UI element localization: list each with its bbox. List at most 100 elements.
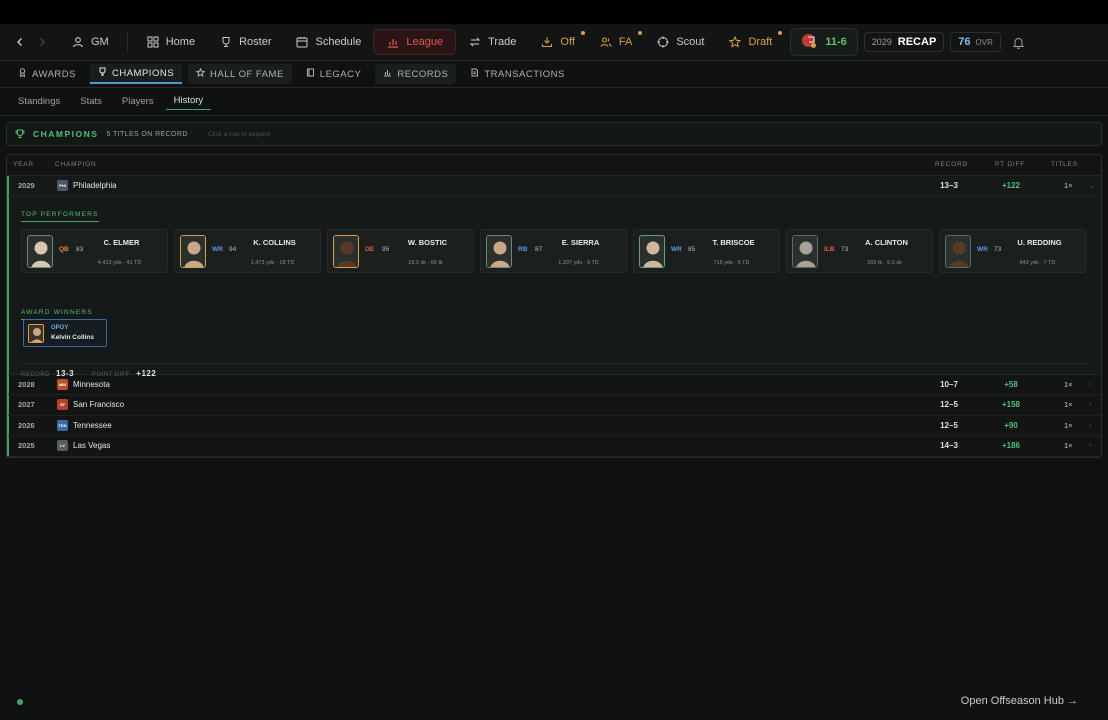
document-icon: [470, 68, 479, 80]
team-record-badge[interactable]: 11-6: [790, 28, 858, 56]
table-row[interactable]: 2027 SF San Francisco 12–5 +158 1× ›: [7, 395, 1101, 416]
performer-card[interactable]: WR 94 K. COLLINS 1,473 yds · 18 TD: [174, 228, 321, 273]
nav-roster-label: Roster: [239, 36, 272, 48]
titles-count: 5 TITLES ON RECORD: [106, 130, 188, 138]
performer-card[interactable]: WR 85 T. BRISCOE 715 yds · 6 TD: [633, 228, 780, 273]
subnav-champions[interactable]: CHAMPIONS: [90, 64, 183, 84]
team-logo: PHI: [57, 180, 68, 192]
subnav-hall-of-fame[interactable]: HALL OF FAME: [188, 64, 292, 84]
col-year: YEAR: [13, 161, 34, 168]
subnav-legacy[interactable]: LEGACY: [298, 64, 370, 84]
history-rows: 2028 MIN Minnesota 10–7 +58 1× › 2027 SF San Fran…: [7, 374, 1101, 457]
subnav-legacy-label: LEGACY: [319, 68, 362, 80]
nav-schedule[interactable]: Schedule: [283, 29, 373, 55]
player-ovr: 87: [535, 245, 543, 253]
subnav-records[interactable]: RECORDS: [375, 64, 457, 84]
champions-header: CHAMPIONS 5 TITLES ON RECORD Click a row…: [6, 122, 1102, 146]
ovr-value: 76: [958, 36, 971, 48]
tab-history[interactable]: History: [165, 92, 212, 110]
performer-card[interactable]: WR 73 U. REDDING 643 yds · 7 TD: [939, 228, 1086, 273]
nav-scout-label: Scout: [676, 36, 705, 48]
player-ovr: 94: [229, 245, 237, 253]
nav-divider: [126, 31, 128, 53]
nav-home[interactable]: Home: [134, 29, 207, 55]
player-portrait: [945, 234, 971, 268]
performers-list: QB 83 C. ELMER 4,413 yds · 41 TD WR 94 K. COLL…: [21, 228, 1086, 273]
team-logo: TEN: [57, 419, 68, 431]
player-position: QB: [59, 245, 69, 253]
subnav-awards[interactable]: AWARDS: [10, 64, 84, 84]
recap-button[interactable]: 2029 RECAP: [863, 32, 945, 52]
performer-card[interactable]: QB 83 C. ELMER 4,413 yds · 41 TD: [21, 228, 168, 273]
performer-card[interactable]: ILB 73 A. CLINTON 165 tk · 5.0 sk: [786, 228, 933, 273]
award-type: OPOY: [51, 324, 69, 331]
chevron-down-icon: ⌄: [1089, 182, 1095, 190]
table-row[interactable]: 2025 LV Las Vegas 14–3 +186 1× ›: [7, 436, 1101, 457]
table-row[interactable]: 2029 PHI Philadelphia 13–3 +122 1× ⌄: [7, 176, 1101, 197]
gm-button[interactable]: GM: [59, 29, 121, 55]
recap-year: 2029: [871, 37, 892, 47]
row-titles: 1×: [1064, 379, 1073, 389]
player-name: E. SIERRA: [561, 237, 600, 247]
player-name: C. ELMER: [103, 237, 140, 247]
tab-stats[interactable]: Stats: [72, 92, 110, 110]
player-portrait: [180, 234, 206, 268]
bell-icon[interactable]: [1011, 34, 1027, 50]
nav-trade[interactable]: Trade: [456, 29, 528, 55]
nav-fa-label: FA: [618, 36, 633, 48]
forward-arrow-icon[interactable]: [31, 24, 53, 61]
player-name: A. CLINTON: [865, 237, 908, 247]
team-record: 11-6: [825, 36, 847, 48]
back-arrow-icon[interactable]: [9, 24, 31, 61]
main-nav: GM Home Roster Schedule League Trade Off…: [0, 24, 1108, 61]
tab-players[interactable]: Players: [114, 92, 162, 110]
performer-card[interactable]: DE 95 W. BOSTIC 19.0 sk · 66 tk: [327, 228, 474, 273]
trophy-icon: [98, 67, 107, 79]
row-diff: +58: [1004, 379, 1018, 389]
status-indicator: [17, 699, 23, 705]
nav-fa[interactable]: FA: [587, 29, 644, 55]
expand-hint: Click a row to expand: [207, 130, 270, 138]
nav-trade-label: Trade: [488, 36, 517, 48]
row-year: 2025: [18, 441, 35, 451]
player-portrait: [486, 234, 512, 268]
award-player: Kelvin Collins: [51, 333, 94, 341]
table-row[interactable]: 2026 TEN Tennessee 12–5 +90 1× ›: [7, 415, 1101, 436]
tab-standings[interactable]: Standings: [10, 92, 68, 110]
nav-league-label: League: [406, 36, 444, 48]
book-icon: [306, 68, 315, 80]
player-position: DE: [365, 245, 375, 253]
row-record: 12–5: [940, 400, 958, 410]
player-stats: 643 yds · 7 TD: [1019, 259, 1056, 266]
player-position: WR: [671, 245, 682, 253]
row-titles: 1×: [1064, 420, 1073, 430]
row-diff: +122: [1001, 181, 1021, 191]
col-titles: TITLES: [1051, 161, 1078, 168]
nav-league[interactable]: League: [373, 29, 457, 55]
player-name: T. BRISCOE: [712, 237, 755, 247]
row-year: 2029: [18, 181, 35, 191]
subnav-transactions[interactable]: TRANSACTIONS: [462, 64, 572, 84]
player-position: WR: [977, 245, 988, 253]
player-stats: 19.0 sk · 66 tk: [408, 259, 443, 266]
grid-icon: [146, 35, 160, 49]
row-titles: 1×: [1064, 441, 1073, 451]
table-row[interactable]: 2028 MIN Minnesota 10–7 +58 1× ›: [7, 374, 1101, 395]
player-name: K. COLLINS: [253, 237, 296, 247]
performer-card[interactable]: RB 87 E. SIERRA 1,207 yds · 9 TD: [480, 228, 627, 273]
nav-roster[interactable]: Roster: [207, 29, 283, 55]
open-offseason-hub-link[interactable]: Open Offseason Hub →: [961, 695, 1078, 707]
chevron-right-icon: ›: [1089, 380, 1092, 388]
top-performers-label: TOP PERFORMERS: [21, 211, 99, 222]
chevron-right-icon: ›: [1089, 401, 1092, 409]
award-winners-label: AWARD WINNERS: [21, 309, 93, 320]
player-stats: 4,413 yds · 41 TD: [97, 259, 142, 266]
nav-draft[interactable]: Draft: [716, 29, 784, 55]
nav-off[interactable]: Off: [528, 29, 586, 55]
row-year: 2027: [18, 400, 35, 410]
row-team: Minnesota: [73, 379, 110, 389]
award-card[interactable]: OPOY Kelvin Collins: [23, 318, 107, 347]
star-icon: [195, 67, 206, 80]
nav-scout[interactable]: Scout: [644, 29, 716, 55]
ovr-badge[interactable]: 76 OVR: [950, 32, 1001, 52]
